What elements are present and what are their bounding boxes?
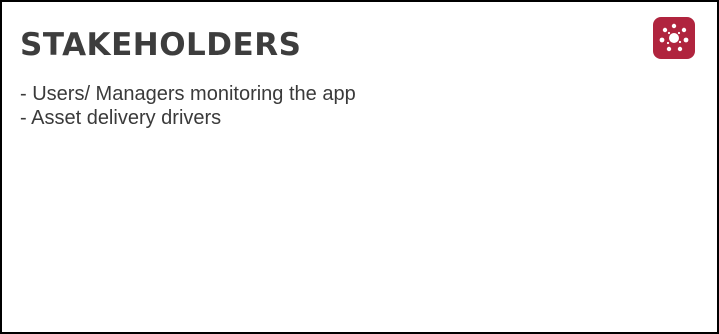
bullet-item: - Users/ Managers monitoring the app [20, 83, 356, 105]
slide-title: STAKEHOLDERS [20, 27, 302, 63]
slide: STAKEHOLDERS - Users/ Managers monitorin… [0, 0, 719, 334]
bullet-list: - Users/ Managers monitoring the app - A… [20, 82, 356, 130]
app-logo-icon [653, 17, 695, 59]
logo-glyph-icon [659, 23, 689, 52]
bullet-item: - Asset delivery drivers [20, 107, 222, 129]
